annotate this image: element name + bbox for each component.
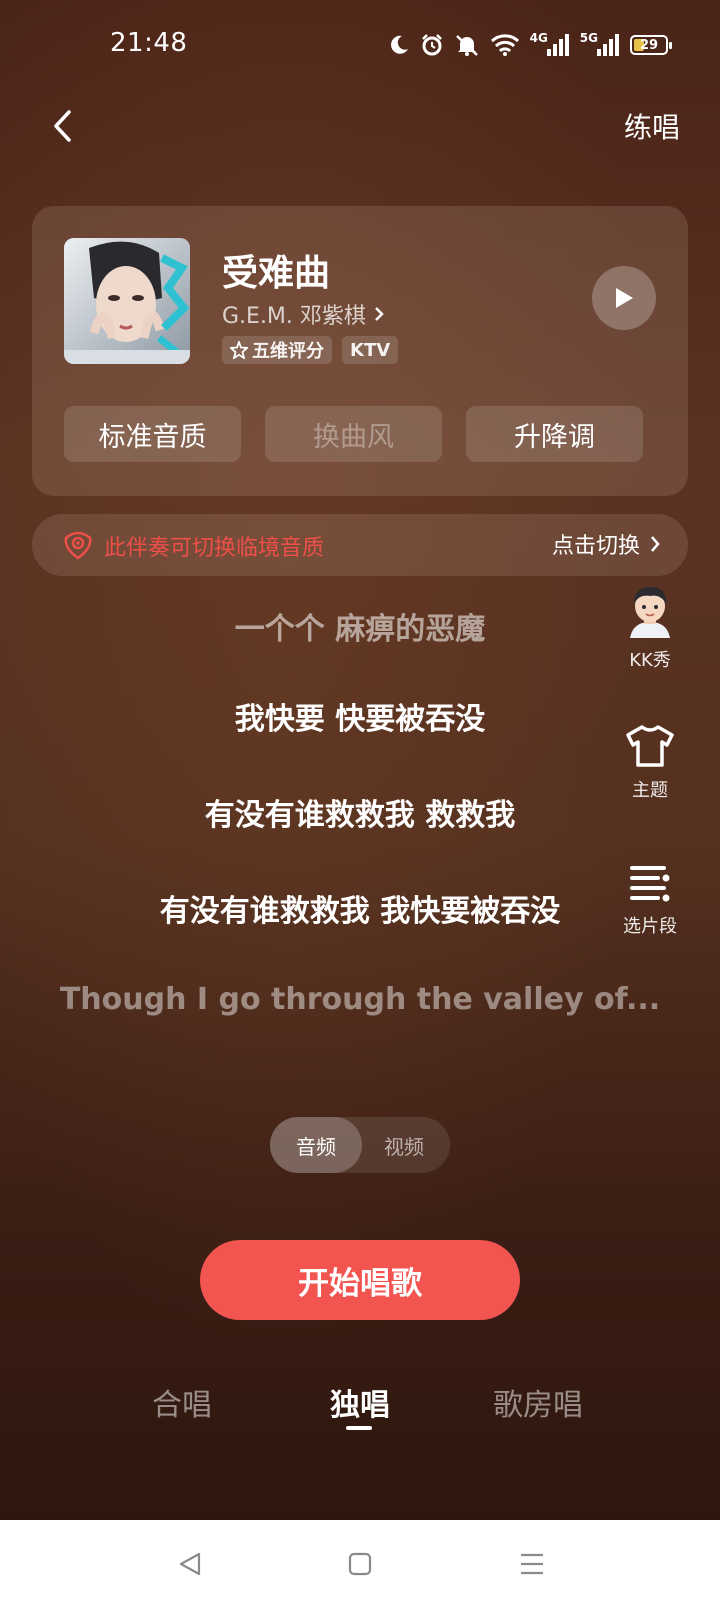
battery-level: 29	[639, 37, 659, 53]
active-tab-indicator	[346, 1426, 372, 1430]
media-toggle: 音频 视频	[270, 1117, 450, 1173]
pitch-button[interactable]: 升降调	[466, 406, 643, 462]
triangle-back-icon	[179, 1552, 201, 1576]
start-singing-button[interactable]: 开始唱歌	[200, 1240, 520, 1320]
wifi-icon	[490, 31, 520, 59]
segment-button[interactable]: 选片段	[600, 860, 700, 938]
segment-label: 选片段	[623, 916, 677, 937]
back-button[interactable]	[40, 104, 84, 148]
alarm-icon	[420, 31, 444, 59]
banner-action[interactable]: 点击切换	[552, 528, 660, 560]
nav-home-button[interactable]	[340, 1544, 380, 1584]
tab-solo[interactable]: 独唱	[290, 1380, 430, 1424]
signal-4g-icon: 4G	[530, 31, 570, 59]
quality-button[interactable]: 标准音质	[64, 406, 241, 462]
tag-five-dim-score[interactable]: 五维评分	[222, 336, 332, 364]
status-time: 21:48	[110, 28, 188, 58]
option-row: 标准音质 换曲风 升降调	[64, 406, 643, 462]
theme-button[interactable]: 主题	[600, 724, 700, 802]
screen: 21:48 4G 5G 29 练唱 受难曲 G.E.M. 邓紫棋 五维评分 KT…	[0, 0, 720, 1520]
song-card: 受难曲 G.E.M. 邓紫棋 五维评分 KTV 标准音质 换曲风 升降调	[32, 206, 688, 496]
back-chevron-icon	[54, 110, 71, 142]
song-title: 受难曲	[222, 253, 331, 294]
tshirt-icon	[626, 725, 674, 767]
tab-room[interactable]: 歌房唱	[468, 1380, 608, 1424]
play-button[interactable]	[592, 266, 656, 330]
quality-switch-banner[interactable]: 此伴奏可切换临境音质 点击切换	[32, 514, 688, 576]
mode-tabs: 合唱 独唱 歌房唱	[0, 1380, 720, 1440]
theme-label: 主题	[632, 780, 668, 801]
immersive-audio-icon	[64, 531, 92, 560]
chevron-right-icon	[375, 307, 384, 321]
change-style-button[interactable]: 换曲风	[265, 406, 442, 462]
lyric-line: Though I go through the valley of...	[59, 982, 661, 1017]
menu-lines-icon	[521, 1553, 543, 1575]
signal-5g-icon: 5G	[580, 31, 620, 59]
mute-icon	[454, 31, 480, 59]
nav-back-button[interactable]	[170, 1544, 210, 1584]
system-nav-bar	[0, 1520, 720, 1608]
play-icon	[616, 288, 633, 308]
practice-button[interactable]: 练唱	[624, 106, 680, 146]
avatar-icon	[630, 586, 670, 638]
album-art[interactable]	[64, 238, 190, 364]
square-home-icon	[348, 1552, 372, 1576]
kk-show-button[interactable]: KK秀	[600, 584, 700, 672]
video-option[interactable]: 视频	[358, 1117, 450, 1173]
kk-show-label: KK秀	[629, 650, 671, 671]
battery-icon: 29	[630, 31, 672, 59]
audio-option[interactable]: 音频	[270, 1117, 362, 1173]
tag-ktv[interactable]: KTV	[342, 336, 399, 364]
artist-name: G.E.M. 邓紫棋	[222, 304, 366, 329]
song-tags: 五维评分 KTV	[222, 336, 399, 364]
segment-list-icon	[630, 866, 670, 902]
star-badge-icon	[230, 341, 248, 359]
album-art-image	[64, 238, 190, 364]
moon-icon	[388, 31, 410, 59]
tab-chorus[interactable]: 合唱	[112, 1380, 252, 1424]
banner-text: 此伴奏可切换临境音质	[104, 536, 325, 561]
status-bar: 21:48 4G 5G 29	[0, 0, 720, 90]
banner-action-label: 点击切换	[551, 534, 640, 559]
status-icons: 4G 5G 29	[388, 30, 672, 60]
nav-menu-button[interactable]	[512, 1544, 552, 1584]
battery-indicator: 29	[630, 35, 672, 55]
artist-link[interactable]: G.E.M. 邓紫棋	[222, 298, 384, 330]
tag-label: 五维评分	[252, 341, 324, 362]
chevron-right-icon	[651, 536, 660, 552]
tag-label: KTV	[350, 339, 391, 361]
